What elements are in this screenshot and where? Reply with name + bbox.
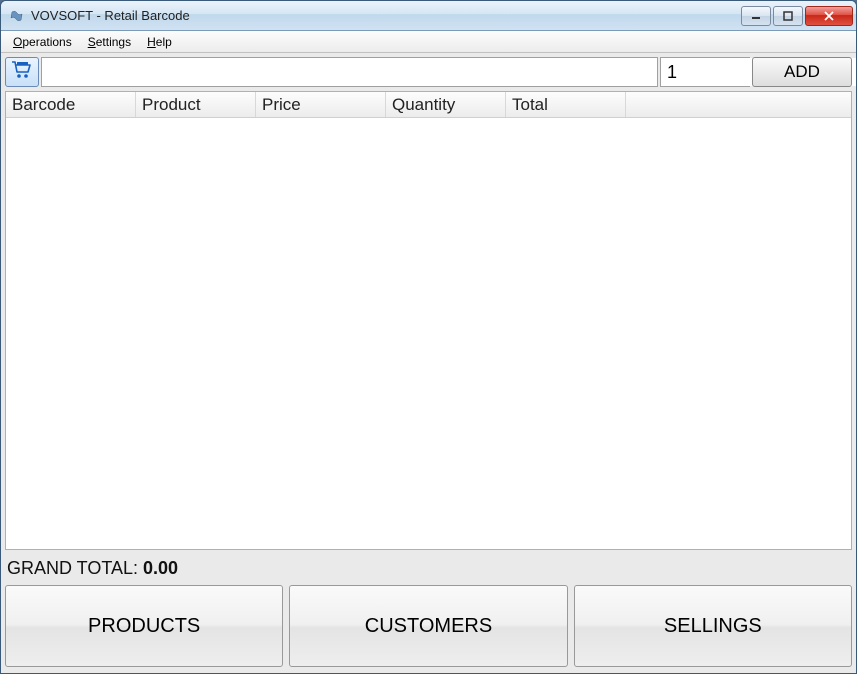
- input-row: ▲ ▼ ADD: [5, 57, 852, 87]
- window-title: VOVSOFT - Retail Barcode: [31, 8, 740, 23]
- grand-total-label: GRAND TOTAL:: [7, 558, 143, 578]
- minimize-button[interactable]: [741, 6, 771, 26]
- grand-total-value: 0.00: [143, 558, 178, 578]
- cart-icon: [11, 60, 33, 85]
- close-button[interactable]: [805, 6, 853, 26]
- menu-help[interactable]: Help: [139, 33, 180, 51]
- table-header-row: Barcode Product Price Quantity Total: [6, 92, 851, 118]
- products-button[interactable]: PRODUCTS: [5, 585, 283, 667]
- column-header-empty: [626, 92, 851, 117]
- grand-total: GRAND TOTAL: 0.00: [5, 554, 852, 581]
- customers-button[interactable]: CUSTOMERS: [289, 585, 567, 667]
- items-table: Barcode Product Price Quantity Total: [5, 91, 852, 550]
- column-header-barcode[interactable]: Barcode: [6, 92, 136, 117]
- menubar: Operations Settings Help: [1, 31, 856, 53]
- app-window: VOVSOFT - Retail Barcode Operations Sett…: [0, 0, 857, 674]
- barcode-input[interactable]: [41, 57, 658, 87]
- window-controls: [740, 6, 854, 26]
- column-header-product[interactable]: Product: [136, 92, 256, 117]
- titlebar[interactable]: VOVSOFT - Retail Barcode: [1, 1, 856, 31]
- column-header-price[interactable]: Price: [256, 92, 386, 117]
- cart-button[interactable]: [5, 57, 39, 87]
- menu-settings[interactable]: Settings: [80, 33, 139, 51]
- add-button[interactable]: ADD: [752, 57, 852, 87]
- app-icon: [9, 8, 25, 24]
- maximize-button[interactable]: [773, 6, 803, 26]
- bottom-buttons: PRODUCTS CUSTOMERS SELLINGS: [5, 585, 852, 667]
- column-header-quantity[interactable]: Quantity: [386, 92, 506, 117]
- menu-operations[interactable]: Operations: [5, 33, 80, 51]
- sellings-button[interactable]: SELLINGS: [574, 585, 852, 667]
- column-header-total[interactable]: Total: [506, 92, 626, 117]
- quantity-stepper: ▲ ▼: [660, 57, 750, 87]
- client-area: ▲ ▼ ADD Barcode Product Price Quantity T…: [1, 53, 856, 673]
